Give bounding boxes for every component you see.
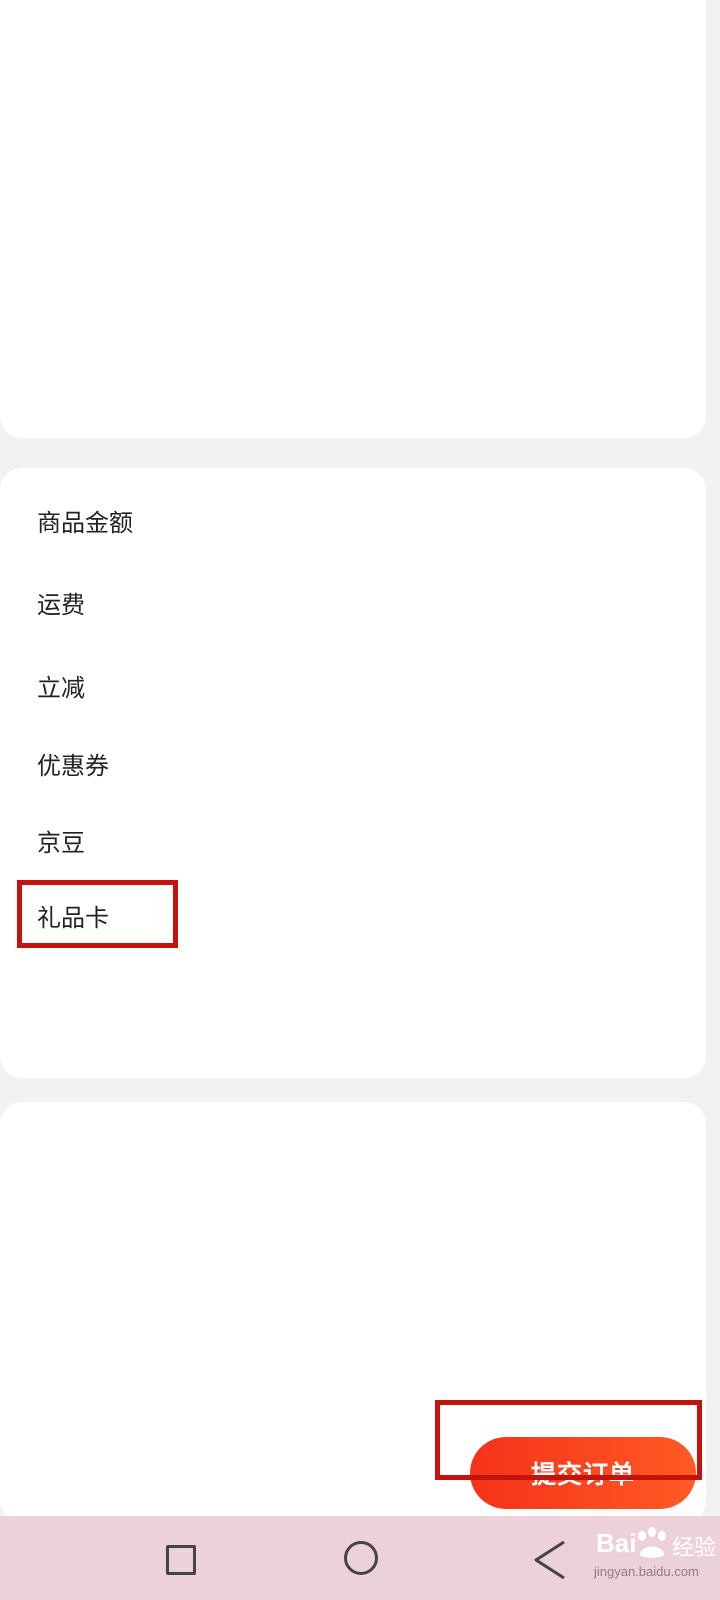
label-jingdou: 京豆: [37, 829, 85, 857]
top-card: [0, 0, 706, 438]
home-circle-icon[interactable]: [344, 1541, 378, 1575]
recents-square-icon[interactable]: [166, 1545, 196, 1575]
label-goods-amount: 商品金额: [37, 509, 133, 537]
gift-card-highlight-box: [17, 880, 178, 948]
label-coupon: 优惠券: [37, 752, 109, 780]
submit-highlight-box: [435, 1400, 702, 1480]
paw-logo-icon: [638, 1527, 666, 1558]
back-triangle-icon[interactable]: [530, 1538, 570, 1582]
watermark-brand: Bai: [596, 1528, 637, 1558]
label-shipping-fee: 运费: [37, 591, 85, 619]
baidu-jingyan-watermark: Bai 经验 jingyan.baidu.com: [590, 1520, 716, 1592]
watermark-url: jingyan.baidu.com: [594, 1564, 699, 1579]
label-instant-discount: 立减: [37, 674, 85, 702]
watermark-suffix: 经验: [672, 1536, 717, 1561]
